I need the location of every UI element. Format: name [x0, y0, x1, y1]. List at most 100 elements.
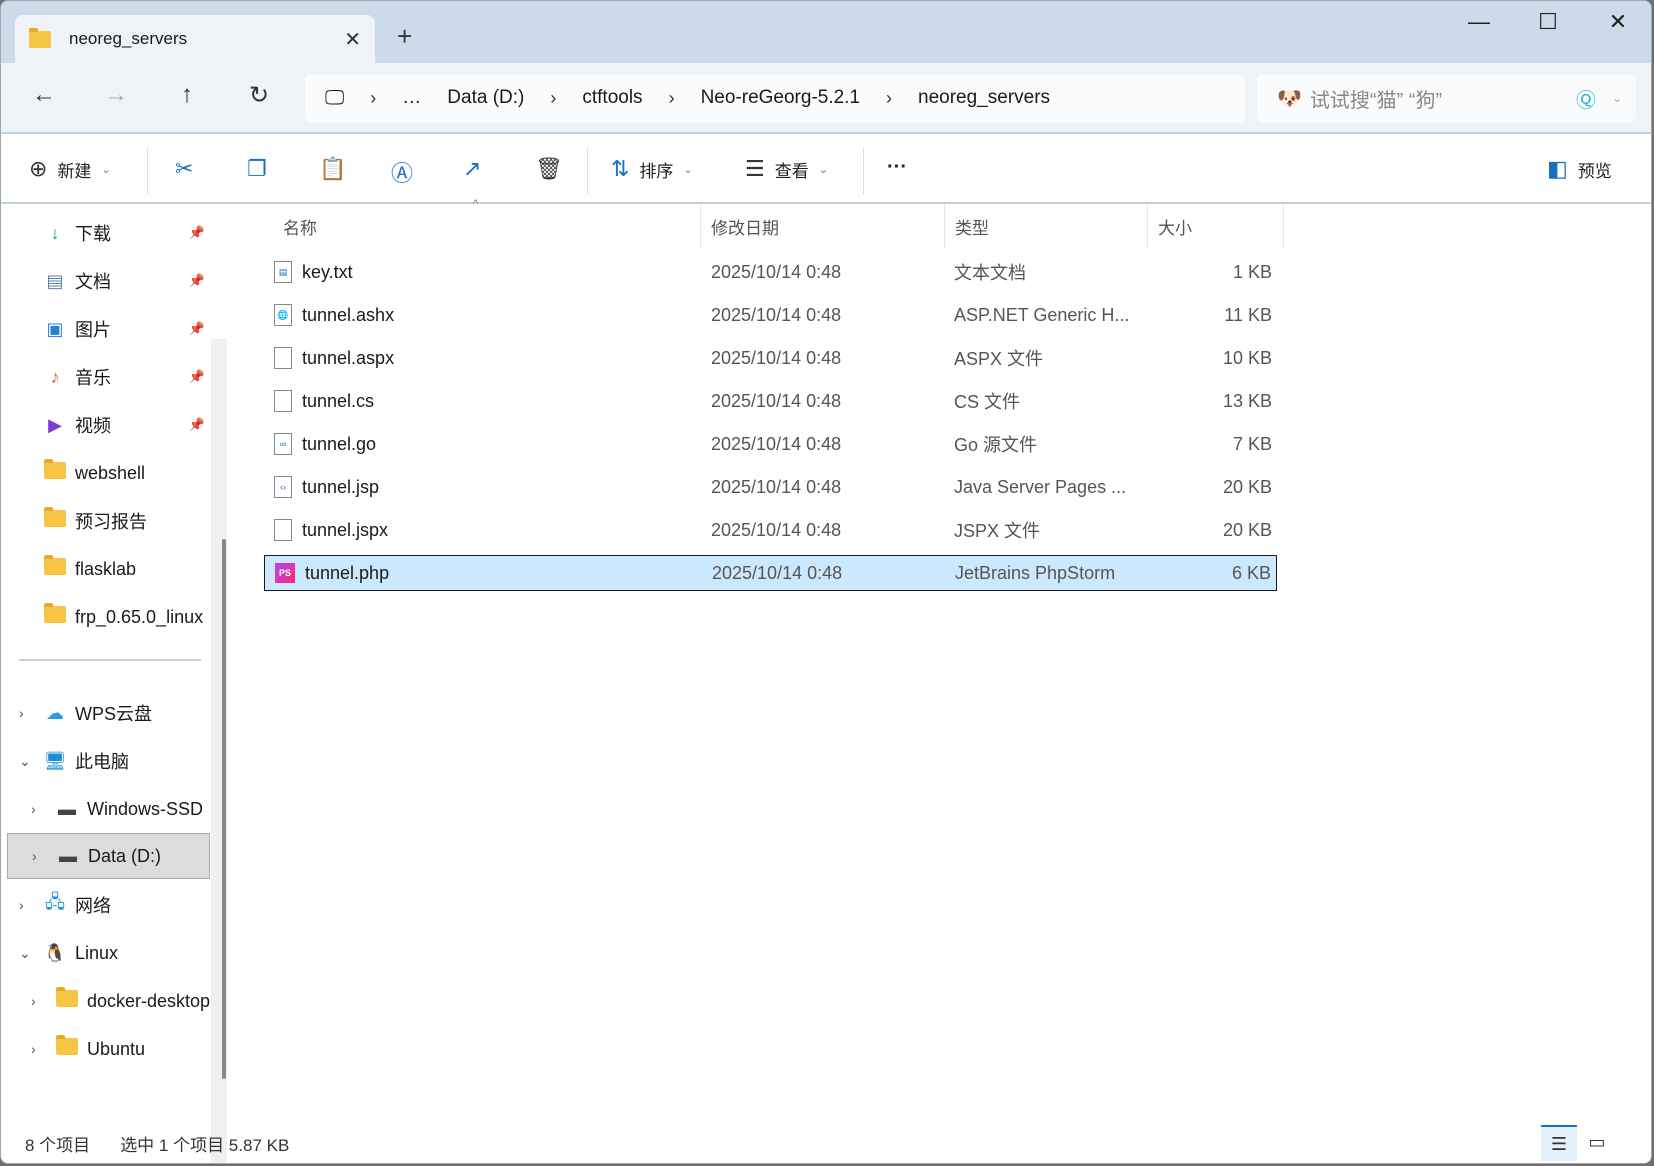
file-name: tunnel.jsp	[302, 476, 380, 497]
sidebar-item-data-d[interactable]: › ▬ Data (D:)	[7, 833, 210, 879]
delete-icon[interactable]: 🗑	[535, 156, 563, 182]
pin-icon: 📌	[188, 273, 205, 288]
item-count: 8 个项目	[25, 1135, 91, 1155]
sidebar-item-windows-ssd[interactable]: › ▬ Windows-SSD	[1, 786, 211, 832]
folder-icon	[44, 459, 66, 479]
ai-search-icon[interactable]: Ⓠ	[1576, 84, 1596, 113]
sidebar-item-this-pc[interactable]: ⌄ 🖥 此电脑	[1, 738, 211, 784]
breadcrumb-neo-regeorg[interactable]: Neo-reGeorg-5.2.1	[701, 87, 860, 109]
tab-bar: neoreg_servers ✕ + — ☐ ✕	[1, 1, 1651, 63]
file-icon	[274, 519, 292, 541]
dog-icon: 🐶	[1277, 87, 1302, 110]
file-type: ASPX 文件	[954, 349, 1044, 369]
sidebar-item-videos[interactable]: ▶ 视频 📌	[1, 402, 211, 448]
file-row[interactable]: tunnel.cs 2025/10/14 0:48 CS 文件 13 KB	[264, 383, 1277, 419]
sidebar-label: WPS云盘	[75, 704, 153, 724]
divider	[147, 148, 148, 194]
navigation-pane: ↓ 下载 📌 ▤ 文档 📌 ▣ 图片 📌 ♪ 音乐 📌 ▶ 视频 📌 webshell 预习报告 f…	[1, 204, 227, 1123]
up-button[interactable]: ↑	[167, 81, 207, 109]
paste-icon[interactable]: 📋	[319, 156, 346, 182]
column-header-name[interactable]: 名称 ^	[273, 198, 701, 248]
file-type: Java Server Pages ...	[954, 476, 1127, 497]
breadcrumb-ctftools[interactable]: ctftools	[582, 87, 642, 109]
new-tab-button[interactable]: +	[397, 21, 412, 52]
tab-neoreg-servers[interactable]: neoreg_servers ✕	[15, 15, 375, 63]
column-header-type[interactable]: 类型	[945, 204, 1148, 248]
selection-info: 选中 1 个项目 5.87 KB	[120, 1135, 290, 1155]
sidebar-item-music[interactable]: ♪ 音乐 📌	[1, 354, 211, 400]
sidebar-item-flasklab[interactable]: flasklab	[1, 546, 211, 592]
sidebar-item-network[interactable]: › 🖧 网络	[1, 882, 211, 928]
file-row[interactable]: ▤ key.txt 2025/10/14 0:48 文本文档 1 KB	[264, 254, 1277, 290]
file-name: key.txt	[302, 261, 353, 282]
file-type: ASP.NET Generic H...	[954, 304, 1130, 325]
details-view-button[interactable]: ☰	[1541, 1125, 1577, 1161]
breadcrumb-neoreg-servers[interactable]: neoreg_servers	[918, 87, 1050, 109]
file-icon: ‹›	[274, 476, 292, 498]
file-row[interactable]: tunnel.jspx 2025/10/14 0:48 JSPX 文件 20 KB	[264, 512, 1277, 548]
sidebar-item-frp[interactable]: frp_0.65.0_linux	[1, 594, 211, 640]
sidebar-item-documents[interactable]: ▤ 文档 📌	[1, 258, 211, 304]
penguin-icon: 🐧	[43, 942, 67, 963]
back-button[interactable]: ←	[24, 81, 64, 109]
pin-icon: 📌	[188, 225, 205, 240]
sidebar-item-docker-desktop[interactable]: › docker-desktop	[1, 978, 211, 1024]
more-options-button[interactable]: ···	[887, 156, 907, 179]
file-row[interactable]: ‹› tunnel.jsp 2025/10/14 0:48 Java Server P…	[264, 469, 1277, 505]
cut-icon[interactable]: ✂	[175, 156, 193, 182]
command-bar: ⊕ 新建 ⌄ ✂ ❐ 📋 Ⓐ ↗ 🗑 ⇅ 排序 ⌄ ☰ 查看 ⌄ ··· ◧ 预览	[1, 136, 1651, 204]
sort-ascending-icon: ^	[473, 198, 479, 210]
sidebar-item-pictures[interactable]: ▣ 图片 📌	[1, 306, 211, 352]
new-button[interactable]: ⊕ 新建 ⌄	[29, 156, 111, 182]
file-row[interactable]: 🌐 tunnel.ashx 2025/10/14 0:48 ASP.NET Gener…	[264, 297, 1277, 333]
sidebar-label: flasklab	[75, 558, 137, 579]
maximize-button[interactable]: ☐	[1528, 9, 1568, 35]
list-icon: ☰	[745, 156, 765, 181]
file-date: 2025/10/14 0:48	[711, 347, 842, 368]
close-tab-icon[interactable]: ✕	[344, 27, 361, 52]
sidebar-label: webshell	[75, 462, 146, 483]
sidebar-item-preview-report[interactable]: 预习报告	[1, 498, 211, 544]
file-date: 2025/10/14 0:48	[711, 261, 842, 282]
file-row[interactable]: PS tunnel.php 2025/10/14 0:48 JetBrains Php…	[264, 555, 1277, 591]
column-header-date[interactable]: 修改日期	[701, 204, 945, 248]
close-window-button[interactable]: ✕	[1598, 9, 1638, 35]
file-size: 7 KB	[1232, 433, 1272, 454]
address-bar[interactable]: 🖵 › … Data (D:) › ctftools › Neo-reGeorg…	[305, 74, 1246, 122]
folder-icon	[44, 507, 66, 527]
sidebar-item-wps-cloud[interactable]: › ☁ WPS云盘	[1, 690, 211, 736]
sidebar-item-ubuntu[interactable]: › Ubuntu	[1, 1026, 211, 1072]
folder-icon	[56, 987, 78, 1007]
file-name: tunnel.go	[302, 433, 377, 454]
divider	[19, 659, 201, 661]
file-name: tunnel.php	[305, 562, 390, 583]
file-row[interactable]: ∞ tunnel.go 2025/10/14 0:48 Go 源文件 7 KB	[264, 426, 1277, 462]
column-header-size[interactable]: 大小	[1148, 204, 1284, 248]
search-input[interactable]: 🐶 试试搜“猫” “狗” Ⓠ ⌄	[1257, 74, 1636, 122]
breadcrumb-data-d[interactable]: Data (D:)	[447, 87, 524, 109]
minimize-button[interactable]: —	[1459, 9, 1499, 35]
rename-icon[interactable]: Ⓐ	[391, 156, 413, 188]
sidebar-item-downloads[interactable]: ↓ 下载 📌	[1, 210, 211, 256]
file-type: JetBrains PhpStorm	[955, 562, 1116, 583]
breadcrumb-separator: ›	[370, 87, 377, 108]
sidebar-label: Windows-SSD	[87, 798, 204, 819]
refresh-button[interactable]: ↻	[239, 81, 279, 110]
preview-button[interactable]: ◧ 预览	[1547, 156, 1612, 182]
tiles-view-button[interactable]: ▭	[1579, 1125, 1615, 1161]
sort-button[interactable]: ⇅ 排序 ⌄	[611, 156, 693, 182]
forward-button[interactable]: →	[96, 81, 136, 109]
breadcrumb-overflow[interactable]: …	[402, 87, 421, 109]
file-row[interactable]: tunnel.aspx 2025/10/14 0:48 ASPX 文件 10 KB	[264, 340, 1277, 376]
view-label: 查看	[774, 161, 809, 181]
share-icon[interactable]: ↗	[463, 156, 481, 182]
sidebar-item-linux[interactable]: ⌄ 🐧 Linux	[1, 930, 211, 976]
sidebar-label: 此电脑	[75, 752, 129, 772]
view-button[interactable]: ☰ 查看 ⌄	[745, 156, 828, 182]
address-row: ← → ↑ ↻ 🖵 › … Data (D:) › ctftools › Neo…	[1, 63, 1651, 134]
copy-icon[interactable]: ❐	[247, 156, 267, 182]
chevron-down-icon[interactable]: ⌄	[1612, 91, 1622, 105]
sidebar-scrollbar[interactable]	[211, 339, 227, 1163]
scrollbar-thumb[interactable]	[222, 539, 226, 1079]
sidebar-item-webshell[interactable]: webshell	[1, 450, 211, 496]
